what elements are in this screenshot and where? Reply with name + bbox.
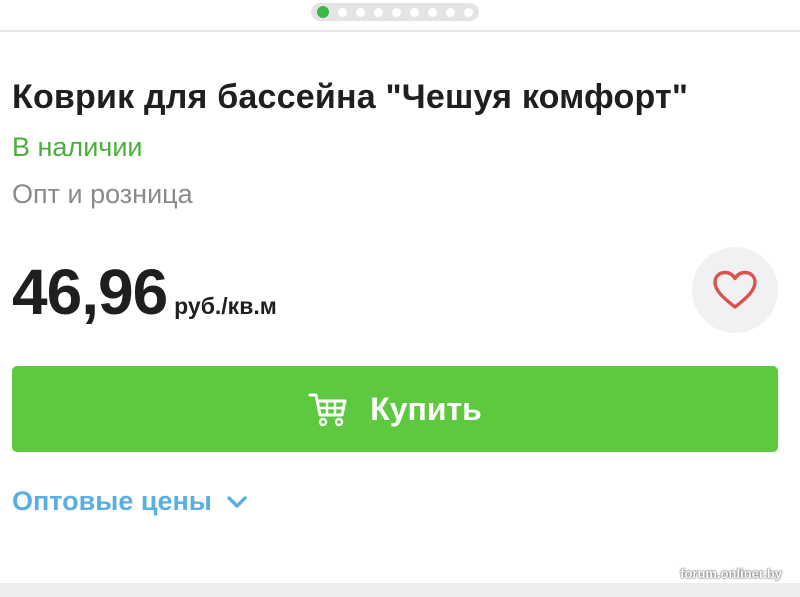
product-card: Коврик для бассейна "Чешуя комфорт" В на…	[0, 0, 800, 597]
heart-outline-icon	[713, 270, 757, 309]
price-unit: руб./кв.м	[174, 293, 277, 319]
pager-dot[interactable]	[338, 7, 347, 17]
pager-dot[interactable]	[356, 7, 365, 17]
price: 46,96 руб./кв.м	[12, 255, 277, 329]
watermark: forum.onliner.by	[680, 566, 782, 581]
carousel-pager[interactable]	[311, 3, 479, 21]
cart-icon	[308, 393, 347, 427]
sale-type: Опт и розница	[12, 179, 193, 209]
favorite-button[interactable]	[692, 247, 778, 333]
pager-dot[interactable]	[317, 6, 329, 18]
buy-button-label: Купить	[370, 390, 482, 427]
availability-status: В наличии	[12, 132, 143, 162]
divider	[0, 30, 800, 32]
pager-dot[interactable]	[410, 7, 419, 17]
pager-dot[interactable]	[464, 7, 473, 17]
pager-dot[interactable]	[392, 7, 401, 17]
price-value: 46,96	[12, 256, 168, 328]
chevron-down-icon	[227, 495, 247, 508]
product-title: Коврик для бассейна "Чешуя комфорт"	[12, 78, 689, 116]
pager-dot[interactable]	[446, 7, 455, 17]
pager-dot[interactable]	[374, 7, 383, 17]
buy-button[interactable]: Купить	[12, 366, 778, 452]
bottom-band	[0, 583, 800, 597]
wholesale-prices-toggle[interactable]: Оптовые цены	[12, 486, 248, 517]
pager-dot[interactable]	[428, 7, 437, 17]
wholesale-prices-label: Оптовые цены	[12, 486, 212, 516]
